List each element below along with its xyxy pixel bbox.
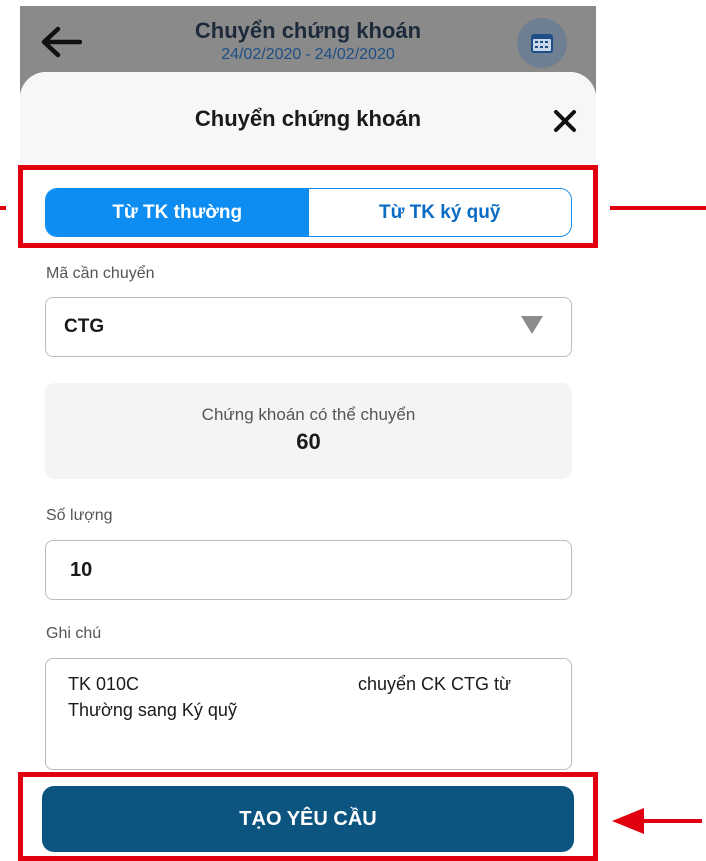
quantity-label: Số lượng — [46, 507, 113, 524]
arrow-line-right — [610, 206, 706, 210]
sheet-title: Chuyển chứng khoán — [194, 106, 422, 131]
note-line2: Thường sang Ký quỹ — [68, 700, 237, 720]
create-request-button[interactable]: TẠO YÊU CẦU — [42, 786, 574, 852]
arrow-line-submit — [640, 819, 702, 823]
screen: Chuyển chứng khoán 24/02/2020-24/02/2020… — [0, 0, 706, 861]
stock-code-value: CTG — [64, 316, 105, 337]
tab-regular-account[interactable]: Từ TK thường — [46, 189, 309, 236]
note-line1-left: TK 010C — [68, 674, 140, 694]
account-type-tabs: Từ TK thường Từ TK ký quỹ — [45, 188, 572, 237]
tab-margin-account[interactable]: Từ TK ký quỹ — [308, 189, 571, 236]
arrow-left-icon[interactable] — [40, 24, 82, 60]
date-to: 24/02/2020 — [314, 46, 395, 63]
date-from: 24/02/2020 — [221, 46, 302, 63]
available-value: 60 — [296, 429, 321, 454]
stock-code-label: Mã cần chuyển — [46, 265, 155, 282]
quantity-input[interactable] — [45, 540, 572, 600]
date-range: 24/02/2020-24/02/2020 — [150, 46, 466, 64]
close-icon[interactable] — [552, 108, 578, 134]
available-label: Chứng khoán có thể chuyển — [201, 405, 416, 424]
date-separator: - — [305, 46, 311, 63]
arrow-line-left — [0, 206, 6, 210]
page-title: Chuyển chứng khoán — [194, 18, 422, 43]
note-textarea[interactable]: TK 010C chuyển CK CTG từ Thường sang Ký … — [45, 658, 572, 770]
note-label: Ghi chú — [46, 625, 102, 642]
calendar-button[interactable] — [517, 18, 567, 68]
calendar-icon — [531, 34, 553, 53]
dropdown-triangle-icon — [521, 316, 543, 334]
arrow-head-icon — [612, 808, 644, 834]
note-line1-right: chuyển CK CTG từ — [358, 674, 512, 694]
stock-code-select[interactable]: CTG — [45, 297, 572, 357]
available-info-card: Chứng khoán có thể chuyển 60 — [45, 383, 572, 479]
